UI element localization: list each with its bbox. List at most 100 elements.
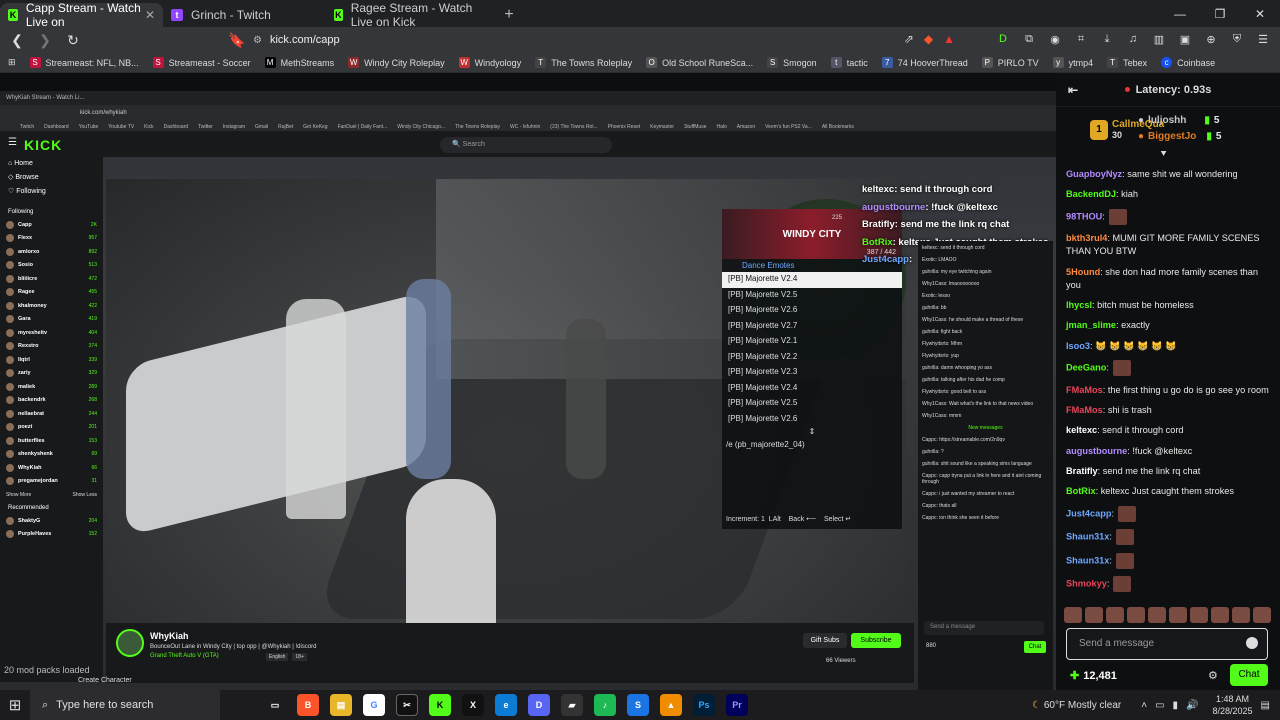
back-icon[interactable]: ❮ (6, 29, 28, 51)
bookmark-coinbase[interactable]: c Coinbase (1161, 57, 1215, 68)
vpn-icon[interactable]: ⊕ (1202, 30, 1220, 48)
share-icon[interactable]: ⇗ (904, 32, 914, 46)
chat-username[interactable]: BackendDJ (1066, 189, 1116, 199)
edge-icon[interactable]: e (495, 694, 517, 716)
emote-tray-icon[interactable] (1127, 607, 1145, 623)
bookmark-streameast-nfl[interactable]: S Streameast: NFL, NB... (29, 57, 139, 68)
bookmark-tebex[interactable]: T Tebex (1107, 57, 1147, 68)
chat-username[interactable]: DeeGano (1066, 363, 1106, 373)
menu-icon[interactable]: ☰ (1254, 30, 1272, 48)
clock[interactable]: 1:48 AM 8/28/2025 (1213, 693, 1253, 717)
chat-username[interactable]: Just4capp (1066, 508, 1111, 518)
pinned-chevron-icon[interactable]: ⯆ (1160, 149, 1167, 160)
emote-tray-icon[interactable] (1211, 607, 1229, 623)
sidebar-icon[interactable]: ▥ (1150, 30, 1168, 48)
emote-tray-icon[interactable] (1085, 607, 1103, 623)
notifications-icon[interactable]: ▤ (1261, 700, 1270, 711)
emote-tray-icon[interactable] (1064, 607, 1082, 623)
chat-username[interactable]: GuapboyNyz (1066, 169, 1122, 179)
bookmark-tactic[interactable]: t tactic (830, 57, 868, 68)
emote-tray-icon[interactable] (1169, 607, 1187, 623)
bookmark-ytmp4[interactable]: y ytmp4 (1052, 57, 1093, 68)
leader-3[interactable]: ● BiggestJo ▮ 5 (1138, 131, 1221, 142)
weather-widget[interactable]: ☾ 60°F Mostly clear (1032, 700, 1121, 711)
brave-icon[interactable]: B (297, 694, 319, 716)
bookmark-methstreams[interactable]: M MethStreams (264, 57, 334, 68)
chat-username[interactable]: Bratifly (1066, 466, 1098, 476)
minimize-button[interactable]: — (1160, 0, 1200, 27)
tab-grinch[interactable]: t Grinch - Twitch (163, 3, 326, 27)
paypal-icon[interactable]: S (627, 694, 649, 716)
x-icon[interactable]: X (462, 694, 484, 716)
premiere-icon[interactable]: Pr (726, 694, 748, 716)
google-icon[interactable]: G (363, 694, 385, 716)
battery-icon[interactable]: ▮ (1173, 700, 1179, 711)
chat-username[interactable]: FMaMos (1066, 405, 1103, 415)
maximize-button[interactable]: ❐ (1200, 0, 1240, 27)
url-bar[interactable]: ⚙ kick.com/capp ⇗ ◆ ▲ (243, 29, 965, 51)
bookmark-hooverthread[interactable]: 7 74 HooverThread (881, 57, 968, 68)
download-icon[interactable]: ⤓ (1098, 30, 1116, 48)
reload-icon[interactable]: ↻ (62, 29, 84, 51)
puzzle-icon[interactable]: ⧉ (1020, 30, 1038, 48)
shield-icon[interactable]: ⛨ (1228, 30, 1246, 48)
tab-capp[interactable]: K Capp Stream - Watch Live on ✕ (0, 1, 163, 29)
photoshop-icon[interactable]: Ps (693, 694, 715, 716)
bookmark-towns[interactable]: T The Towns Roleplay (535, 57, 632, 68)
channel-points[interactable]: ✚ 12,481 (1070, 669, 1117, 682)
chat-username[interactable]: bkth3rul4 (1066, 233, 1107, 243)
brave-shield-icon[interactable]: ◆ (924, 32, 933, 46)
chat-username[interactable]: Isoo3 (1066, 341, 1090, 351)
tab-ragee[interactable]: K Ragee Stream - Watch Live on Kick (326, 1, 496, 29)
apps-icon[interactable]: ⊞ (8, 57, 16, 68)
chat-settings-icon[interactable]: ⚙ (1208, 669, 1218, 682)
send-chat-button[interactable]: Chat (1230, 664, 1268, 686)
discord-icon[interactable]: D (528, 694, 550, 716)
close-window-button[interactable]: ✕ (1240, 0, 1280, 27)
extension-d-icon[interactable]: D (994, 30, 1012, 48)
bookmark-runescape[interactable]: O Old School RuneSca... (646, 57, 753, 68)
new-tab-button[interactable]: + (496, 3, 522, 27)
chat-username[interactable]: Shaun31x (1066, 555, 1109, 565)
leader-2[interactable]: ● luljoshh ▮ 5 (1138, 115, 1219, 126)
emote-tray-icon[interactable] (1106, 607, 1124, 623)
rewards-icon[interactable]: ▲ (943, 32, 955, 46)
chat-username[interactable]: BotRix (1066, 486, 1096, 496)
chat-username[interactable]: lhycsl (1066, 300, 1092, 310)
network-icon[interactable]: ▭ (1155, 700, 1164, 711)
emote-tray-icon[interactable] (1190, 607, 1208, 623)
task-view-icon[interactable]: ▭ (264, 694, 286, 716)
music-icon[interactable]: ♫ (1124, 30, 1142, 48)
chat-username[interactable]: jman_slime (1066, 320, 1116, 330)
bookmark-windy-city[interactable]: W Windy City Roleplay (348, 57, 445, 68)
bookmark-streameast-soccer[interactable]: S Streameast - Soccer (152, 57, 251, 68)
taskbar-search[interactable]: ⌕ Type here to search (30, 690, 220, 720)
emoji-icon[interactable] (1246, 637, 1258, 649)
emote-tray-icon[interactable] (1232, 607, 1250, 623)
windows-start-icon[interactable]: ⊞ (0, 690, 30, 720)
capcut-icon[interactable]: ✂ (396, 694, 418, 716)
chat-message-input[interactable]: Send a message (1066, 628, 1268, 660)
bookmark-smogon[interactable]: S Smogon (767, 57, 817, 68)
volume-icon[interactable]: 🔊 (1186, 700, 1198, 711)
chat-username[interactable]: FMaMos (1066, 385, 1103, 395)
collapse-chat-icon[interactable]: ⇤ (1068, 83, 1078, 97)
chat-username[interactable]: keltexc (1066, 425, 1097, 435)
bookmark-pirlo[interactable]: P PIRLO TV (981, 57, 1039, 68)
tray-arrow-icon[interactable]: ˄ (1141, 700, 1147, 711)
emote-tray-icon[interactable] (1148, 607, 1166, 623)
chat-username[interactable]: Shmokyy (1066, 578, 1107, 588)
wallet-icon[interactable]: ▣ (1176, 30, 1194, 48)
site-info-icon[interactable]: ⚙ (253, 35, 262, 46)
file-explorer-icon[interactable]: ▤ (330, 694, 352, 716)
forward-icon[interactable]: ❯ (34, 29, 56, 51)
spotify-icon[interactable]: ♪ (594, 694, 616, 716)
game-icon[interactable]: ▰ (561, 694, 583, 716)
camera-icon[interactable]: ◉ (1046, 30, 1064, 48)
crop-icon[interactable]: ⌗ (1072, 30, 1090, 48)
chat-username[interactable]: 5Hound (1066, 267, 1100, 277)
vlc-icon[interactable]: ▲ (660, 694, 682, 716)
bookmark-windyology[interactable]: W Windyology (458, 57, 521, 68)
close-icon[interactable]: ✕ (145, 8, 155, 22)
kick-app-icon[interactable]: K (429, 694, 451, 716)
